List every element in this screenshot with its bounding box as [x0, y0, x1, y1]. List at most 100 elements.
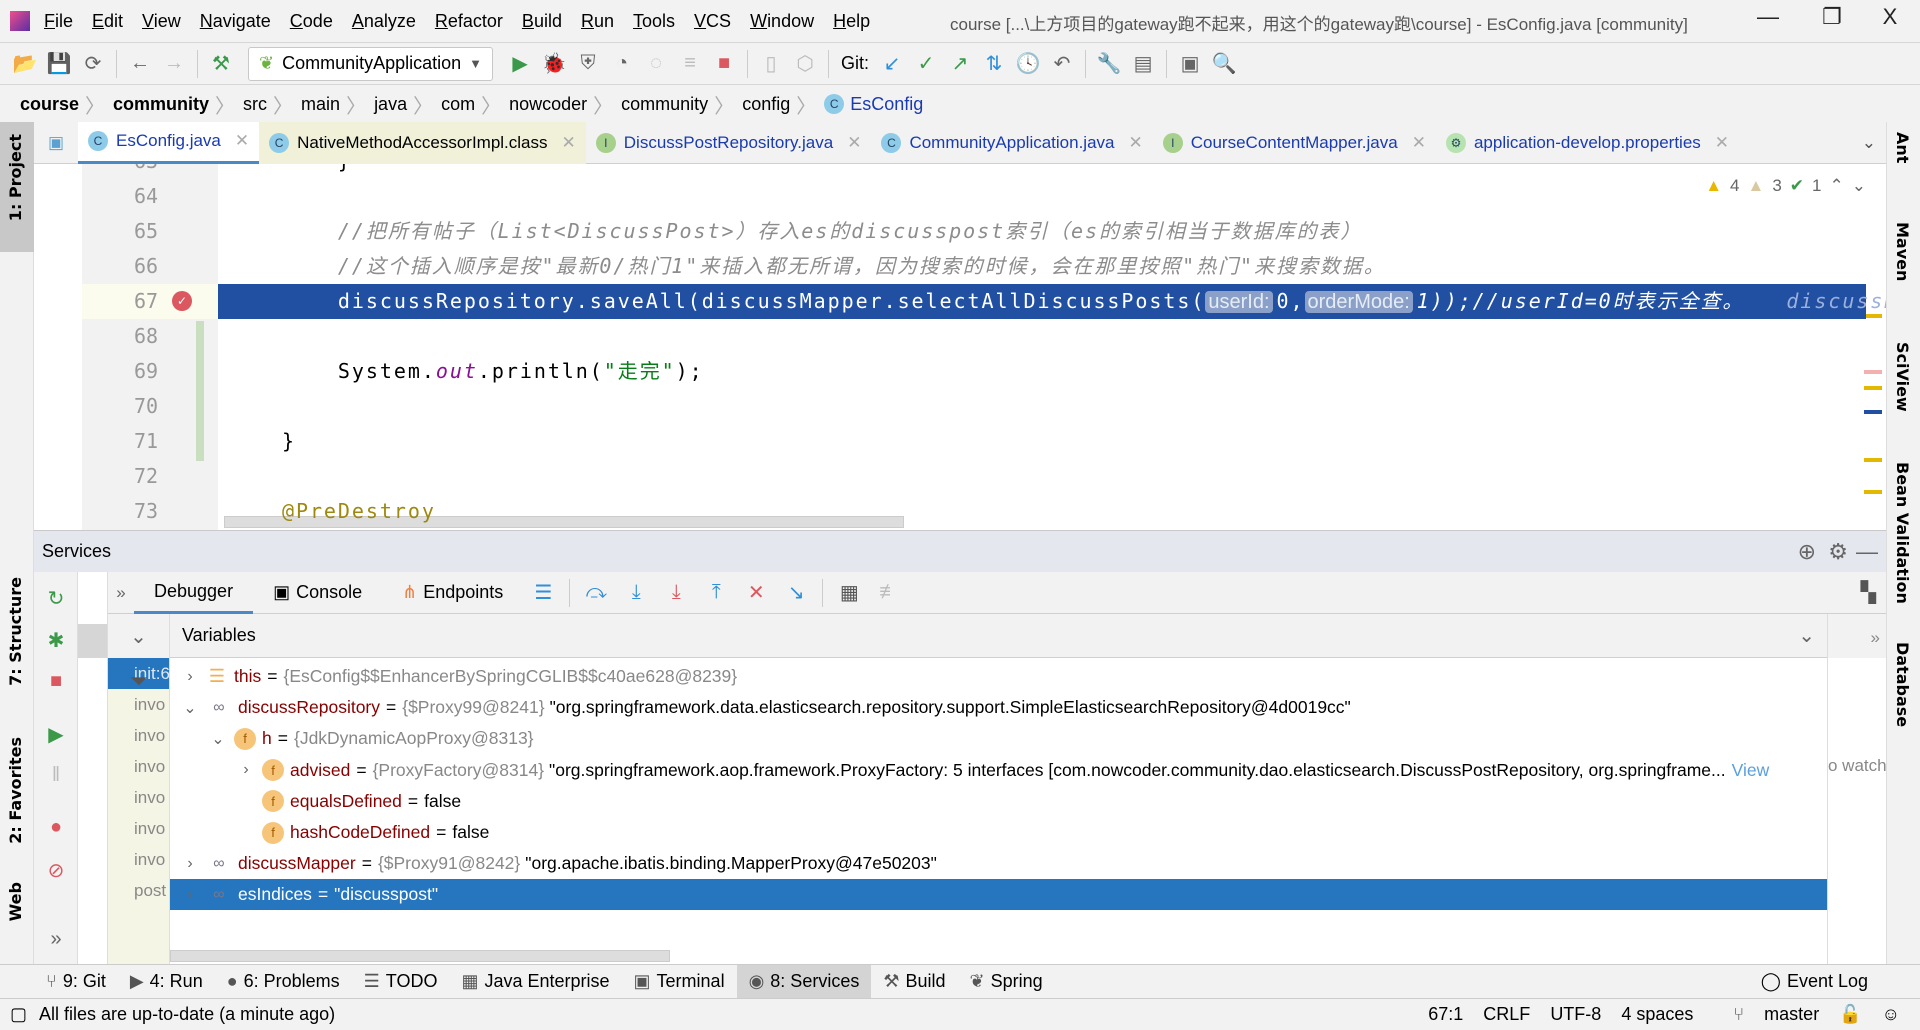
collapse-chevron-icon[interactable]: ⌄ [206, 729, 230, 749]
variables-tree[interactable]: › ☰ this = {EsConfig$$EnhancerBySpringCGLIB$… [170, 658, 1827, 964]
lock-icon[interactable]: 🔓 [1839, 1004, 1861, 1025]
tool-tab-9-git[interactable]: ⑂ 9: Git [34, 965, 118, 999]
breadcrumb-item[interactable]: main [301, 94, 340, 115]
close-tab-icon[interactable]: ✕ [847, 133, 861, 153]
close-tab-icon[interactable]: ✕ [235, 131, 249, 151]
menu-refactor[interactable]: Refactor [435, 11, 503, 32]
expand-chevron-icon[interactable]: › [178, 886, 202, 904]
expand-chevron-icon[interactable]: › [178, 668, 202, 686]
restore-button[interactable]: ❐ [1812, 4, 1852, 36]
breadcrumb-item[interactable]: com [441, 94, 475, 115]
structure-tool-button[interactable]: 7: Structure [6, 577, 25, 686]
watches-panel[interactable]: » o watch [1827, 614, 1886, 964]
frames-list[interactable]: ⌄ init:6 invo invo invo invo invo invo post [108, 614, 170, 964]
search-icon[interactable]: 🔍 [1207, 47, 1241, 81]
breakpoint-icon[interactable]: ✓ [172, 291, 192, 311]
variable-row[interactable]: f hashCodeDefined = false [170, 817, 1827, 848]
ant-tool-button[interactable]: Ant [1893, 132, 1912, 163]
close-button[interactable]: X [1870, 4, 1910, 36]
tab-console[interactable]: ▣ Console [253, 572, 382, 614]
tool-tab-terminal[interactable]: ▣ Terminal [622, 965, 737, 999]
tab-communityapplication-java[interactable]: C CommunityApplication.java ✕ [871, 122, 1152, 164]
previous-highlight-icon[interactable]: ⌃ [1830, 176, 1844, 196]
view-link[interactable]: View [1732, 760, 1770, 781]
pause-icon[interactable]: ‖ [44, 764, 68, 788]
close-tab-icon[interactable]: ✕ [1129, 133, 1143, 153]
close-tab-icon[interactable]: ✕ [562, 133, 576, 153]
web-tool-button[interactable]: Web [6, 882, 25, 921]
menu-edit[interactable]: Edit [92, 11, 123, 32]
menu-help[interactable]: Help [833, 11, 870, 32]
settings-wrench-icon[interactable]: 🔧 [1092, 47, 1126, 81]
stack-frame[interactable]: post [108, 875, 169, 906]
build-hammer-icon[interactable]: ⚒ [204, 47, 238, 81]
inspection-widget[interactable]: ▲ 4 ▲ 3 ✔ 1 ⌃ ⌄ [1705, 176, 1866, 196]
stack-frame[interactable]: invo [108, 720, 169, 751]
expand-icon[interactable]: » [1828, 614, 1886, 658]
resume-icon[interactable]: ▶ [44, 722, 68, 746]
horizontal-scrollbar[interactable] [170, 950, 670, 962]
trace-stream-icon[interactable]: ≢ [869, 581, 909, 604]
step-out-icon[interactable]: ⤒ [696, 581, 736, 604]
expand-chevron-icon[interactable]: › [178, 855, 202, 873]
variable-row[interactable]: ⌄ ∞ discussRepository = {$Proxy99@8241} "org.… [170, 692, 1827, 723]
git-history-icon[interactable]: 🕓 [1011, 47, 1045, 81]
menu-build[interactable]: Build [522, 11, 562, 32]
project-tool-button[interactable]: 1: Project [6, 134, 25, 221]
status-toggle-icon[interactable]: ▢ [10, 1004, 27, 1025]
menu-tools[interactable]: Tools [633, 11, 675, 32]
step-into-icon[interactable]: ⤓ [616, 581, 656, 604]
close-tab-icon[interactable]: ✕ [1412, 133, 1426, 153]
code-line[interactable]: discussRepository.saveAll(discussMapper.… [226, 284, 1886, 319]
tab-esconfig-java[interactable]: C EsConfig.java ✕ [78, 121, 260, 164]
project-structure-icon[interactable]: ▤ [1126, 47, 1160, 81]
bean-validation-tool-button[interactable]: Bean Validation [1893, 462, 1912, 604]
variable-row[interactable]: › ∞ discussMapper = {$Proxy91@8242} "org.apac… [170, 848, 1827, 879]
project-view-icon[interactable]: ▣ [34, 133, 78, 153]
menu-file[interactable]: File [44, 11, 73, 32]
event-log-button[interactable]: ◯ Event Log [1749, 965, 1880, 999]
open-icon[interactable]: 📂 [8, 47, 42, 81]
debug-bug-icon[interactable]: ✱ [44, 628, 68, 652]
menu-view[interactable]: View [142, 11, 181, 32]
tab-coursecontentmapper-java[interactable]: I CourseContentMapper.java ✕ [1153, 122, 1436, 164]
run-icon[interactable]: ▶ [503, 47, 537, 81]
code-line[interactable]: } [226, 164, 352, 179]
breadcrumb-item[interactable]: config [742, 94, 790, 115]
variable-row[interactable]: f equalsDefined = false [170, 786, 1827, 817]
indent-setting[interactable]: 4 spaces [1621, 1004, 1693, 1025]
view-breakpoints-icon[interactable]: ● [44, 816, 68, 840]
line-separator[interactable]: CRLF [1483, 1004, 1530, 1025]
variable-row[interactable]: ⌄ f h = {JdkDynamicAopProxy@8313} [170, 723, 1827, 754]
minimize-button[interactable]: — [1748, 4, 1788, 36]
stack-frame[interactable]: invo [108, 813, 169, 844]
maven-tool-button[interactable]: Maven [1893, 222, 1912, 281]
stack-frame[interactable]: invo [108, 782, 169, 813]
device-icon[interactable]: ▯ [754, 47, 788, 81]
menu-run[interactable]: Run [581, 11, 614, 32]
threads-icon[interactable]: ☰ [523, 580, 563, 605]
step-icon[interactable]: ≡ [673, 47, 707, 81]
menu-vcs[interactable]: VCS [694, 11, 731, 32]
next-highlight-icon[interactable]: ⌄ [1852, 176, 1866, 196]
services-tree[interactable] [78, 572, 108, 964]
tool-tab-8-services[interactable]: ◉ 8: Services [736, 964, 872, 999]
forward-icon[interactable]: → [157, 47, 191, 81]
step-over-icon[interactable]: ⤼ [576, 581, 616, 604]
save-icon[interactable]: 💾 [42, 47, 76, 81]
profile-icon[interactable]: ◔ [605, 47, 639, 81]
run-configuration-select[interactable]: ❦ CommunityApplication ▼ [248, 46, 494, 81]
run-to-cursor-icon[interactable]: ↘ [776, 580, 816, 605]
variable-row[interactable]: › ∞ esIndices = "discusspost" [170, 879, 1827, 911]
breadcrumb-item[interactable]: community [621, 94, 708, 115]
locate-icon[interactable]: ⊕ [1798, 539, 1816, 565]
database-tool-button[interactable]: Database [1893, 642, 1912, 727]
file-encoding[interactable]: UTF-8 [1550, 1004, 1601, 1025]
gear-icon[interactable]: ⚙ [1828, 539, 1848, 565]
attach-icon[interactable]: ◌ [639, 47, 673, 81]
filter-icon[interactable]: ⏷ [130, 668, 148, 694]
git-merge-icon[interactable]: ⇅ [977, 47, 1011, 81]
code-line[interactable]: //这个插入顺序是按"最新0/热门1"来插入都无所谓，因为搜索的时候，会在那里按… [226, 249, 1386, 284]
sync-icon[interactable]: ⟳ [76, 47, 110, 81]
tab-application-develop-properties[interactable]: ⚙ application-develop.properties ✕ [1436, 122, 1739, 164]
